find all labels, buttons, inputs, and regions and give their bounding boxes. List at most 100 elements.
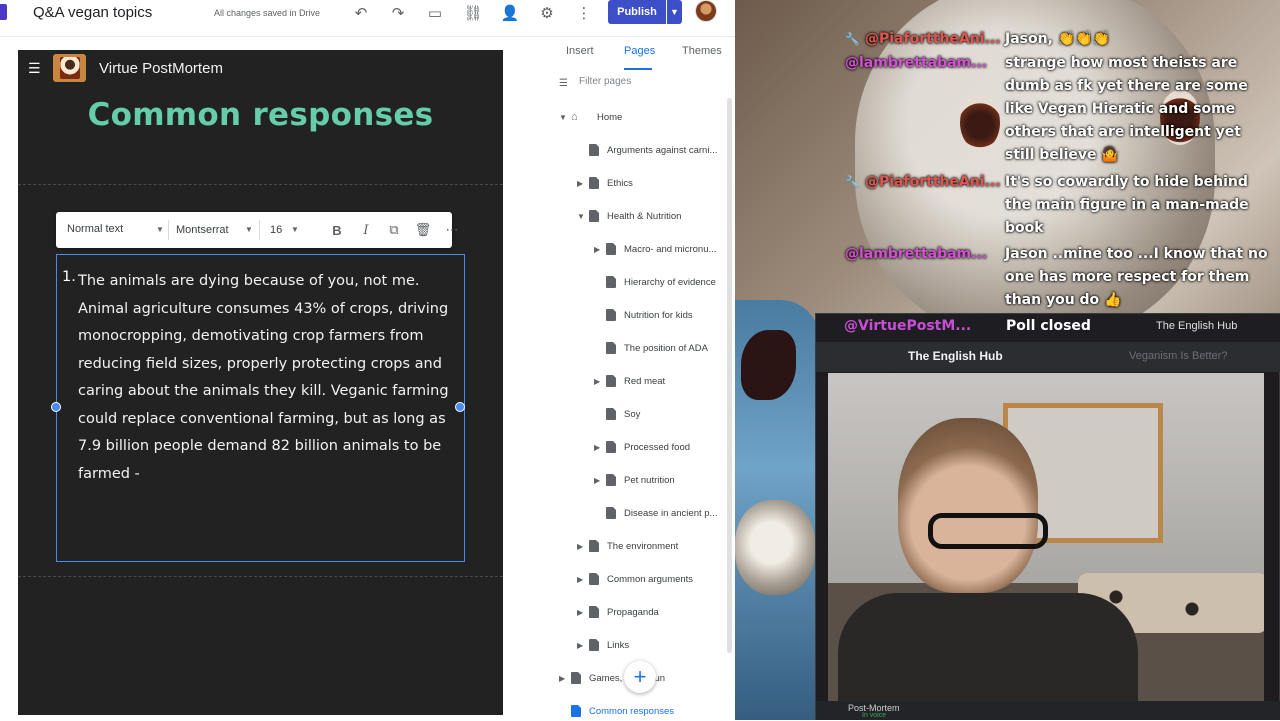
tab-insert[interactable]: Insert bbox=[566, 45, 594, 57]
top-divider bbox=[0, 36, 735, 37]
expand-down-icon[interactable]: ▼ bbox=[577, 212, 589, 221]
voice-status-bar: Post-Mortem In voice bbox=[816, 701, 1280, 720]
chat-message: Jason ..mine too ...I know that no one h… bbox=[1005, 246, 1268, 308]
expand-right-icon[interactable]: ▶ bbox=[577, 179, 589, 188]
page-item[interactable]: ▼ Health & Nutrition bbox=[577, 206, 681, 226]
menu-icon[interactable]: ☰ bbox=[28, 61, 42, 75]
expand-right-icon[interactable]: ▶ bbox=[577, 575, 589, 584]
chevron-down-icon[interactable]: ▼ bbox=[245, 225, 253, 234]
page-icon bbox=[589, 639, 599, 651]
add-page-button[interactable]: + bbox=[624, 661, 656, 693]
document-title[interactable]: Q&A vegan topics bbox=[33, 4, 152, 21]
page-label: Common responses bbox=[589, 705, 675, 717]
page-label: The environment bbox=[607, 540, 679, 552]
delete-icon[interactable]: 🗑 bbox=[414, 221, 432, 239]
page-item[interactable]: Common responses bbox=[559, 701, 674, 721]
expand-right-icon[interactable]: ▶ bbox=[577, 542, 589, 551]
text-box-content[interactable]: The animals are dying because of you, no… bbox=[78, 268, 463, 488]
expand-right-icon[interactable]: ▶ bbox=[594, 245, 606, 254]
page-item[interactable]: Arguments against carni... bbox=[577, 140, 717, 160]
settings-icon[interactable]: ⚙ bbox=[537, 3, 557, 23]
publish-options-icon[interactable]: ▼ bbox=[667, 0, 682, 24]
page-label: Macro- and micronu... bbox=[624, 243, 717, 255]
expand-right-icon[interactable]: ▶ bbox=[594, 476, 606, 485]
page-item[interactable]: ▶ Macro- and micronu... bbox=[594, 239, 716, 259]
site-logo[interactable] bbox=[53, 54, 86, 82]
resize-handle-right[interactable] bbox=[455, 402, 465, 412]
chat-username: @lambrettabam... bbox=[845, 246, 988, 262]
font-size-select[interactable]: 16 bbox=[270, 224, 282, 236]
page-item[interactable]: ▶ Processed food bbox=[594, 437, 690, 457]
chevron-down-icon[interactable]: ▼ bbox=[156, 225, 164, 234]
page-icon bbox=[606, 441, 616, 453]
duplicate-icon[interactable]: ⧉ bbox=[385, 221, 403, 239]
page-icon bbox=[606, 474, 616, 486]
section-divider bbox=[18, 576, 503, 577]
sites-app-icon[interactable] bbox=[0, 4, 7, 20]
more-icon[interactable]: ⋮ bbox=[574, 3, 594, 23]
page-item[interactable]: ▶ Red meat bbox=[594, 371, 665, 391]
save-status: All changes saved in Drive bbox=[214, 8, 321, 18]
page-item[interactable]: Disease in ancient p... bbox=[594, 503, 717, 523]
page-item[interactable]: Hierarchy of evidence bbox=[594, 272, 716, 292]
page-icon bbox=[606, 375, 616, 387]
tab-themes[interactable]: Themes bbox=[682, 45, 722, 57]
discord-bar: The English Hub Veganism Is Better? bbox=[816, 342, 1280, 372]
resize-handle-left[interactable] bbox=[51, 402, 61, 412]
page-item[interactable]: ▶ Propaganda bbox=[577, 602, 659, 622]
chat-username: @PiaforttheAni... bbox=[865, 31, 1001, 47]
page-item[interactable]: ▶ Links bbox=[577, 635, 629, 655]
page-label: Soy bbox=[624, 408, 641, 420]
page-icon bbox=[606, 309, 616, 321]
undo-icon[interactable]: ↶ bbox=[351, 3, 371, 23]
discord-channel-name[interactable]: Veganism Is Better? bbox=[1129, 350, 1227, 362]
page-canvas[interactable]: ☰ Virtue PostMortem Common responses Nor… bbox=[18, 50, 503, 715]
expand-right-icon[interactable]: ▶ bbox=[577, 641, 589, 650]
redo-icon[interactable]: ↷ bbox=[388, 3, 408, 23]
expand-right-icon[interactable]: ▶ bbox=[577, 608, 589, 617]
page-label: Processed food bbox=[624, 441, 691, 453]
page-item[interactable]: Soy bbox=[594, 404, 640, 424]
page-item[interactable]: ▶ Pet nutrition bbox=[594, 470, 675, 490]
poll-username: @VirtuePostM... bbox=[844, 318, 972, 334]
italic-icon[interactable]: I bbox=[357, 221, 375, 239]
text-style-select[interactable]: Normal text bbox=[67, 223, 123, 235]
page-item[interactable]: ▼ ⌂ Home bbox=[559, 107, 622, 127]
more-options-icon[interactable]: ⋯ bbox=[443, 221, 461, 239]
page-icon bbox=[606, 507, 616, 519]
bold-icon[interactable]: B bbox=[328, 221, 346, 239]
wrench-icon: 🔧 bbox=[845, 32, 860, 46]
tab-pages[interactable]: Pages bbox=[624, 45, 655, 57]
page-item[interactable]: ▶ Common arguments bbox=[577, 569, 693, 589]
discord-server-name[interactable]: The English Hub bbox=[908, 349, 1003, 363]
expand-right-icon[interactable]: ▶ bbox=[594, 443, 606, 452]
page-item[interactable]: ▶ The environment bbox=[577, 536, 678, 556]
site-name[interactable]: Virtue PostMortem bbox=[99, 60, 223, 77]
page-icon bbox=[571, 705, 581, 717]
page-item[interactable]: The position of ADA bbox=[594, 338, 708, 358]
preview-icon[interactable]: ▭ bbox=[425, 3, 445, 23]
publish-button[interactable]: Publish bbox=[608, 0, 666, 24]
page-item[interactable]: Nutrition for kids bbox=[594, 305, 693, 325]
page-heading[interactable]: Common responses bbox=[18, 97, 503, 133]
page-label: Common arguments bbox=[607, 573, 694, 585]
active-tab-indicator bbox=[624, 68, 652, 70]
page-label: Arguments against carni... bbox=[607, 144, 718, 156]
text-box[interactable]: 1. The animals are dying because of you,… bbox=[51, 254, 465, 562]
account-avatar[interactable] bbox=[695, 0, 717, 22]
filter-pages-input[interactable]: Filter pages bbox=[579, 76, 631, 87]
page-icon bbox=[589, 210, 599, 222]
page-icon bbox=[589, 606, 599, 618]
share-icon[interactable]: 👤 bbox=[500, 3, 520, 23]
wrench-icon: 🔧 bbox=[845, 175, 860, 189]
expand-right-icon[interactable]: ▶ bbox=[559, 674, 571, 683]
link-icon[interactable]: ⛓ bbox=[463, 3, 483, 23]
page-item[interactable]: ▶ Ethics bbox=[577, 173, 633, 193]
panel-scrollbar[interactable] bbox=[727, 98, 732, 653]
font-select[interactable]: Montserrat bbox=[176, 224, 229, 236]
expand-right-icon[interactable]: ▶ bbox=[594, 377, 606, 386]
expand-down-icon[interactable]: ▼ bbox=[559, 113, 571, 122]
chevron-down-icon[interactable]: ▼ bbox=[291, 225, 299, 234]
person-head bbox=[898, 418, 1038, 593]
site-header: ☰ Virtue PostMortem bbox=[18, 50, 503, 88]
